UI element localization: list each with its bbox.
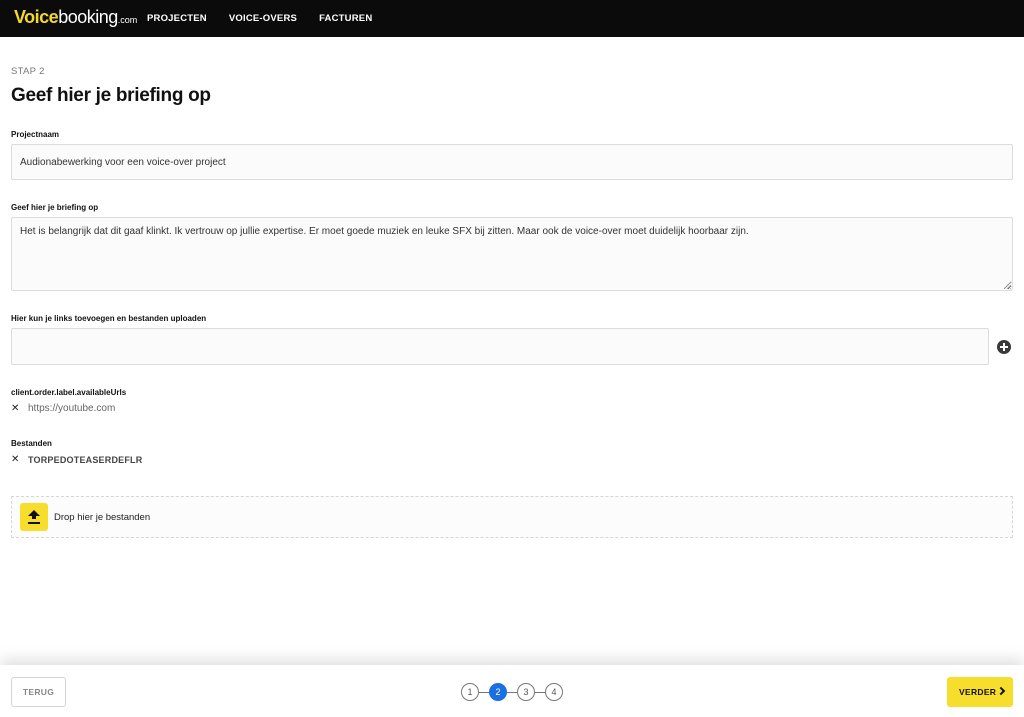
nav-item-voice-overs[interactable]: VOICE-OVERS [229, 13, 297, 24]
links-input[interactable] [11, 328, 989, 365]
next-button-label: VERDER [959, 687, 997, 697]
file-dropzone[interactable]: Drop hier je bestanden [11, 496, 1013, 538]
close-icon[interactable]: ✕ [11, 403, 21, 414]
file-name: TORPEDOTEASERDEFLR [28, 455, 143, 465]
close-icon[interactable]: ✕ [11, 455, 21, 465]
step-3[interactable]: 3 [517, 683, 535, 701]
files-label: Bestanden [11, 439, 52, 448]
file-list-item: ✕ TORPEDOTEASERDEFLR [11, 455, 143, 466]
step-connector [479, 692, 489, 693]
links-label: Hier kun je links toevoegen en bestanden… [11, 314, 207, 323]
step-label: STAP 2 [11, 66, 45, 77]
project-name-input[interactable] [11, 144, 1013, 180]
url-text[interactable]: https://youtube.com [28, 403, 115, 414]
available-urls-label: client.order.label.availableUrls [11, 388, 127, 397]
footer-bar: TERUG 1 2 3 4 VERDER [0, 665, 1024, 717]
resize-grip-icon[interactable] [1003, 281, 1011, 289]
page-title: Geef hier je briefing op [11, 85, 211, 106]
voicebooking-logo[interactable]: Voicebooking.com [14, 7, 137, 28]
top-navigation-bar: Voicebooking.com PROJECTEN VOICE-OVERS F… [0, 0, 1024, 37]
nav-item-facturen[interactable]: FACTUREN [319, 13, 372, 24]
briefing-label: Geef hier je briefing op [11, 203, 99, 212]
step-connector [507, 692, 517, 693]
project-name-label: Projectnaam [11, 130, 60, 139]
step-4[interactable]: 4 [545, 683, 563, 701]
dropzone-text: Drop hier je bestanden [54, 512, 151, 523]
next-button[interactable]: VERDER [947, 677, 1013, 707]
step-2[interactable]: 2 [489, 683, 507, 701]
nav-item-projecten[interactable]: PROJECTEN [147, 13, 207, 24]
main-nav: PROJECTEN VOICE-OVERS FACTUREN [147, 0, 394, 37]
url-list-item: ✕ https://youtube.com [11, 403, 115, 414]
back-button[interactable]: TERUG [11, 677, 66, 707]
step-indicator: 1 2 3 4 [461, 683, 565, 701]
step-1[interactable]: 1 [461, 683, 479, 701]
plus-circle-icon[interactable] [997, 340, 1011, 354]
step-connector [535, 692, 545, 693]
briefing-textarea[interactable]: Het is belangrijk dat dit gaaf klinkt. I… [11, 217, 1013, 291]
chevron-right-icon [996, 686, 1006, 696]
upload-icon[interactable] [20, 503, 48, 531]
